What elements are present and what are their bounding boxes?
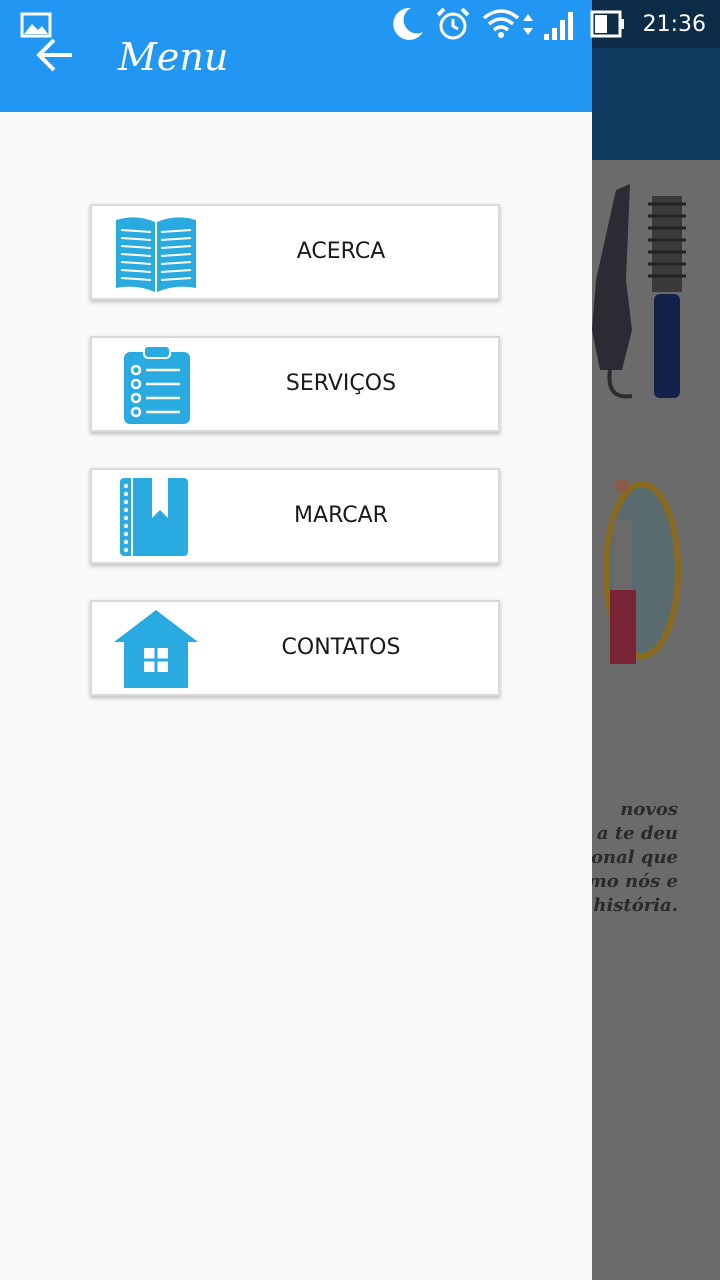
menu-item-label: CONTATOS [281, 635, 401, 660]
signal-icon [543, 12, 573, 40]
menu-list: ACERCA SERVIÇOS MARCAR CONTATOS [90, 204, 500, 732]
menu-item-label: SERVIÇOS [285, 371, 397, 396]
status-time: 21:36 [642, 11, 706, 37]
menu-item-marcar[interactable]: MARCAR [90, 468, 500, 564]
drawer-title: Menu [118, 35, 229, 79]
beauty-tools-illustration [592, 184, 686, 664]
data-arrows-icon [522, 14, 533, 35]
navigation-drawer: Menu ACERCA SERVIÇOS MARCAR CONTATOS [0, 0, 592, 1280]
back-arrow-icon[interactable] [30, 32, 80, 78]
alarm-icon [436, 7, 470, 40]
open-book-icon [116, 217, 196, 292]
wifi-icon [482, 9, 519, 38]
menu-item-contatos[interactable]: CONTATOS [90, 600, 500, 696]
menu-item-acerca[interactable]: ACERCA [90, 204, 500, 300]
menu-item-servicos[interactable]: SERVIÇOS [90, 336, 500, 432]
bookmark-notebook-icon [120, 478, 188, 556]
battery-icon [590, 10, 624, 38]
status-bar: 21:36 [387, 0, 720, 48]
menu-item-label: ACERCA [296, 239, 386, 264]
menu-item-label: MARCAR [294, 503, 388, 528]
clipboard-checklist-icon [124, 345, 190, 424]
moon-icon [392, 7, 423, 40]
house-icon [114, 610, 198, 688]
